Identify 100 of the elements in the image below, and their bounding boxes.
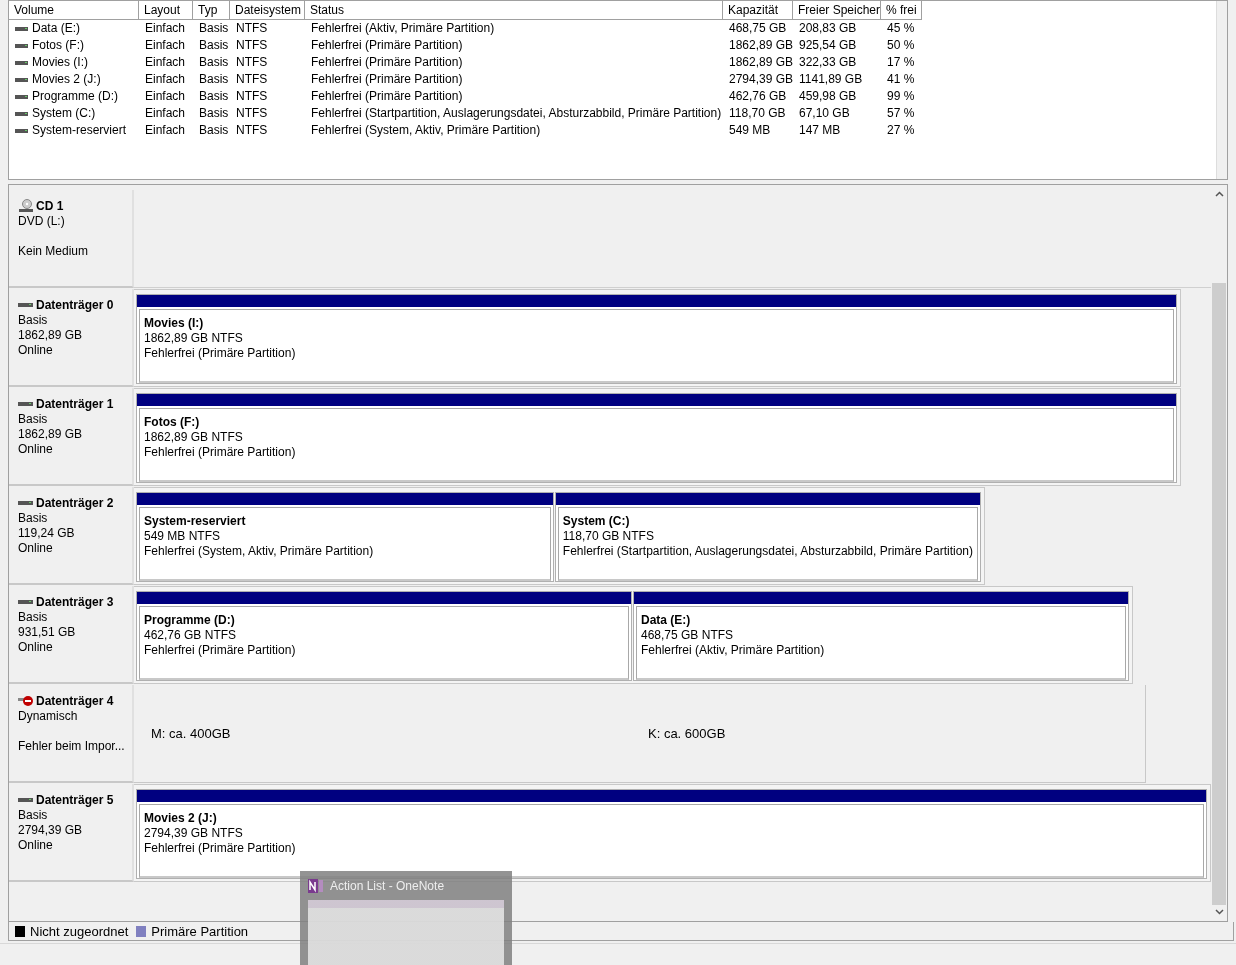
table-cell-text: 322,33 GB — [798, 54, 858, 71]
table-cell-text: Basis — [198, 105, 230, 122]
volume-drive-icon — [15, 25, 29, 32]
disk-size: 1862,89 GB — [18, 328, 84, 343]
table-cell-text: NTFS — [235, 37, 269, 54]
table-cell: Movies (I:) — [32, 54, 88, 71]
partition-name: System (C:) — [562, 514, 631, 529]
preview-title: Action List - OneNote — [330, 879, 445, 893]
partition-block[interactable]: Data (E:) 468,75 GB NTFS Fehlerfrei (Aktiv, Primäre Partition) — [633, 591, 1129, 681]
column-header[interactable]: Volume — [9, 1, 139, 20]
partition-name: System-reserviert — [144, 514, 247, 529]
table-cell-text: Einfach — [144, 88, 187, 105]
partition-block[interactable]: Movies 2 (J:) 2794,39 GB NTFS Fehlerfrei (Primäre Partition) — [136, 789, 1207, 879]
disk-label-panel[interactable]: Datenträger 2 Basis 119,24 GB Online — [9, 487, 134, 585]
table-cell: Fotos (F:) — [32, 37, 84, 54]
volume-drive-icon — [15, 42, 29, 49]
legend-label: Primäre Partition — [151, 923, 249, 939]
partition-size: 468,75 GB NTFS — [641, 628, 735, 643]
partition-name: Movies (I:) — [144, 316, 205, 331]
table-cell-text: Basis — [198, 37, 230, 54]
partition-block[interactable]: Fotos (F:) 1862,89 GB NTFS Fehlerfrei (Primäre Partition) — [136, 393, 1177, 483]
disk-status: Fehler beim Impor... — [18, 739, 126, 754]
partition-block[interactable]: System (C:) 118,70 GB NTFS Fehlerfrei (Startpartition, Auslagerungsdatei, Absturzabbild, Primäre Partition) — [554, 492, 981, 582]
column-header[interactable]: Dateisystem — [230, 1, 305, 20]
disk-label-panel[interactable]: Datenträger 5 Basis 2794,39 GB Online — [9, 784, 134, 882]
table-cell-text: Fehlerfrei (Primäre Partition) — [310, 88, 464, 105]
table-cell-text: 208,83 GB — [798, 20, 858, 37]
table-cell-text: 462,76 GB — [728, 88, 788, 105]
table-cell-text: 1141,89 GB — [798, 71, 864, 88]
table-cell-text: Basis — [198, 20, 230, 37]
column-header[interactable]: Typ — [193, 1, 230, 20]
column-header[interactable]: Freier Speicher — [793, 1, 881, 20]
table-cell-text: 27 % — [886, 122, 916, 139]
scrollbar-thumb[interactable] — [1212, 283, 1226, 905]
disk-label-panel[interactable]: Datenträger 0 Basis 1862,89 GB Online — [9, 289, 134, 387]
disk-label-panel[interactable]: Datenträger 4 Dynamisch Fehler beim Impor... — [9, 685, 134, 783]
disk-title: Datenträger 3 — [36, 594, 114, 609]
table-cell-text: 925,54 GB — [798, 37, 858, 54]
partition-name: Movies 2 (J:) — [144, 811, 218, 826]
disk-label-panel[interactable]: CD 1 DVD (L:) Kein Medium — [9, 190, 134, 288]
table-cell-text: Einfach — [144, 20, 187, 37]
disk-size: 119,24 GB — [18, 526, 76, 541]
table-cell-text: 459,98 GB — [798, 88, 858, 105]
table-cell-text: Einfach — [144, 54, 187, 71]
partition-size: 118,70 GB NTFS — [562, 529, 655, 544]
table-cell-text: Basis — [198, 71, 230, 88]
disk-note: K: ca. 600GB — [648, 726, 727, 741]
partition-size: 2794,39 GB NTFS — [144, 826, 244, 841]
disk-title: Datenträger 5 — [36, 792, 114, 807]
partition-block[interactable]: Programme (D:) 462,76 GB NTFS Fehlerfrei (Primäre Partition) — [136, 591, 632, 681]
partition-name: Data (E:) — [641, 613, 692, 628]
disk-label-panel[interactable]: Datenträger 3 Basis 931,51 GB Online — [9, 586, 134, 684]
table-cell-text: 118,70 GB — [728, 105, 787, 122]
table-cell-text: 67,10 GB — [798, 105, 851, 122]
table-cell-text: 57 % — [886, 105, 916, 122]
table-cell-text: 549 MB — [728, 122, 772, 139]
scrollbar[interactable] — [1216, 1, 1227, 179]
column-header[interactable]: Kapazität — [723, 1, 793, 20]
partition-size: 1862,89 GB NTFS — [144, 430, 244, 445]
disk-type: DVD (L:) — [18, 214, 66, 229]
table-cell-text: Fehlerfrei (System, Aktiv, Primäre Partition) — [310, 122, 542, 139]
table-cell-text: NTFS — [235, 122, 269, 139]
partition-status: Fehlerfrei (Primäre Partition) — [144, 445, 297, 460]
volume-drive-icon — [15, 76, 29, 83]
volume-drive-icon — [15, 59, 29, 66]
table-cell-text: NTFS — [235, 105, 269, 122]
partition-block[interactable]: Movies (I:) 1862,89 GB NTFS Fehlerfrei (Primäre Partition) — [136, 294, 1177, 384]
disk-status: Online — [18, 838, 54, 853]
disk-size: 2794,39 GB — [18, 823, 84, 838]
table-cell-text: Fehlerfrei (Startpartition, Auslagerungsdatei, Absturzabbild, Primäre Partition) — [310, 105, 723, 122]
partition-name: Fotos (F:) — [144, 415, 201, 430]
disk-size: 1862,89 GB — [18, 427, 84, 442]
table-cell-text: 45 % — [886, 20, 916, 37]
column-header[interactable]: % frei — [881, 1, 922, 20]
table-cell: System-reserviert — [32, 122, 126, 139]
disk-title: Datenträger 4 — [36, 693, 114, 708]
volume-drive-icon — [15, 110, 29, 117]
table-cell-text: NTFS — [235, 88, 269, 105]
table-cell-text: NTFS — [235, 54, 269, 71]
disk-status: Online — [18, 541, 54, 556]
partition-status: Fehlerfrei (Startpartition, Auslagerungsdatei, Absturzabbild, Primäre Partition) — [562, 544, 973, 559]
disk-label-panel[interactable]: Datenträger 1 Basis 1862,89 GB Online — [9, 388, 134, 486]
table-cell-text: Fehlerfrei (Primäre Partition) — [310, 71, 464, 88]
partition-block[interactable]: System-reserviert 549 MB NTFS Fehlerfrei (System, Aktiv, Primäre Partition) — [136, 492, 554, 582]
disk-type: Basis — [18, 412, 49, 427]
scroll-up-icon — [1214, 191, 1224, 197]
partition-status: Fehlerfrei (Primäre Partition) — [144, 841, 297, 856]
column-header[interactable]: Status — [305, 1, 723, 20]
table-cell-text: NTFS — [235, 71, 269, 88]
disk-type: Basis — [18, 511, 49, 526]
disk-title: CD 1 — [36, 198, 64, 213]
disk-status: Online — [18, 442, 54, 457]
table-cell-text: Einfach — [144, 37, 187, 54]
disk-note: M: ca. 400GB — [151, 726, 232, 741]
disk-status: Online — [18, 640, 54, 655]
column-header[interactable]: Layout — [139, 1, 193, 20]
table-cell-text: Einfach — [144, 71, 187, 88]
table-cell-text: Fehlerfrei (Primäre Partition) — [310, 54, 464, 71]
table-cell: System (C:) — [32, 105, 96, 122]
table-cell-text: Fehlerfrei (Aktiv, Primäre Partition) — [310, 20, 496, 37]
